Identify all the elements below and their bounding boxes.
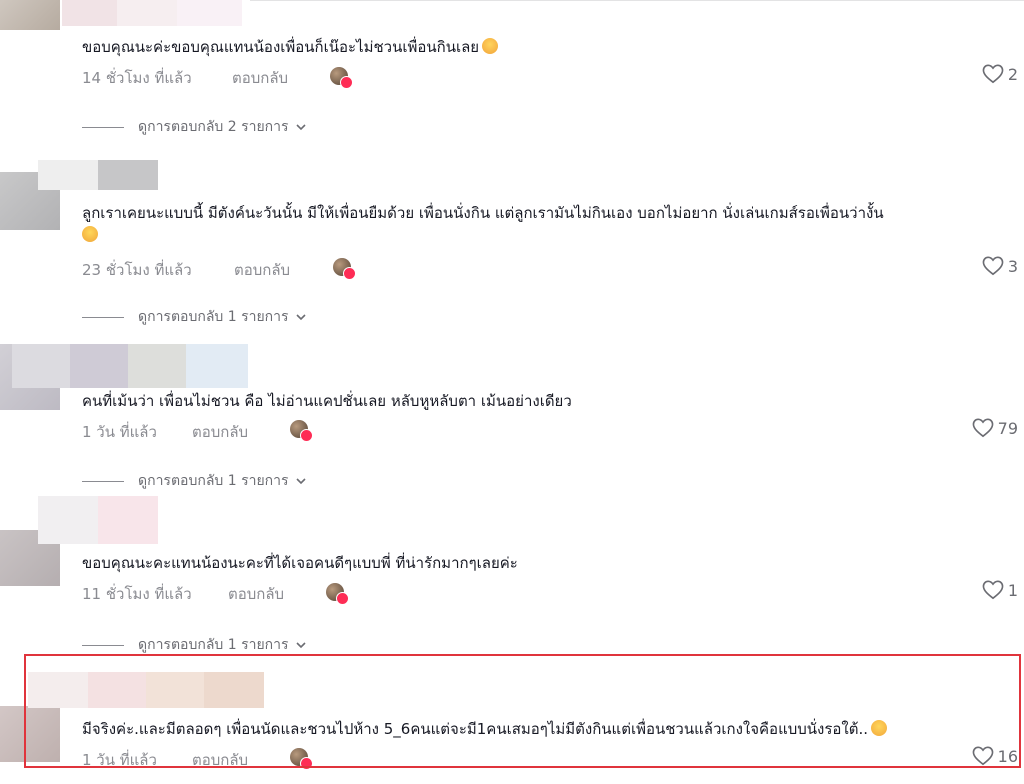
comment-item: คนที่เม้นว่า เพื่อนไม่ชวน คือ ไม่อ่านแคป… [0, 344, 1024, 494]
reply-button[interactable]: ตอบกลับ [234, 258, 290, 282]
creator-liked-badge [333, 258, 356, 280]
reply-button[interactable]: ตอบกลับ [228, 582, 284, 606]
comment-item: ขอบคุณนะค่ะขอบคุณแทนน้องเพื่อนก็เน๊อะไม่… [0, 0, 1024, 150]
like-button[interactable]: 2 [982, 64, 1018, 84]
like-button[interactable]: 1 [982, 580, 1018, 600]
comment-time: 23 ชั่วโมง ที่แล้ว [82, 261, 192, 279]
chevron-down-icon [295, 314, 306, 321]
view-replies-button[interactable]: ดูการตอบกลับ 1 รายการ [82, 634, 307, 656]
comment-time: 11 ชั่วโมง ที่แล้ว [82, 585, 192, 603]
comment-time: 1 วัน ที่แล้ว [82, 423, 157, 441]
view-replies-button[interactable]: ดูการตอบกลับ 1 รายการ [82, 306, 307, 328]
divider-line [82, 644, 124, 646]
divider-line [82, 480, 124, 482]
blurred-username [62, 0, 242, 26]
weary-face-icon [482, 38, 499, 54]
comment-item: ลูกเราเคยนะแบบนี้ มีตังค์นะวันนั้น มีให้… [0, 158, 1024, 338]
view-replies-label: ดูการตอบกลับ 1 รายการ [138, 309, 289, 325]
like-count: 3 [1007, 256, 1018, 276]
blurred-username [38, 160, 158, 190]
heart-icon [982, 256, 1004, 276]
comment-text: คนที่เม้นว่า เพื่อนไม่ชวน คือ ไม่อ่านแคป… [82, 392, 572, 410]
divider-line [82, 126, 124, 128]
comment-item: ขอบคุณนะคะแทนน้องนะคะที่ได้เจอคนดีๆแบบพี… [0, 494, 1024, 654]
chevron-down-icon [295, 642, 306, 649]
reply-button[interactable]: ตอบกลับ [192, 420, 248, 444]
view-replies-button[interactable]: ดูการตอบกลับ 1 รายการ [82, 470, 307, 492]
heart-icon [982, 580, 1004, 600]
view-replies-label: ดูการตอบกลับ 1 รายการ [138, 473, 289, 489]
like-count: 1 [1007, 580, 1018, 600]
comment-text: ขอบคุณนะคะแทนน้องนะคะที่ได้เจอคนดีๆแบบพี… [82, 554, 518, 572]
like-button[interactable]: 3 [982, 256, 1018, 276]
like-count: 2 [1007, 64, 1018, 84]
view-replies-button[interactable]: ดูการตอบกลับ 2 รายการ [82, 116, 307, 138]
creator-liked-badge [290, 420, 313, 442]
view-replies-label: ดูการตอบกลับ 1 รายการ [138, 637, 289, 653]
highlight-box [24, 654, 1021, 768]
heart-icon [982, 64, 1004, 84]
blurred-username [12, 344, 248, 388]
view-replies-label: ดูการตอบกลับ 2 รายการ [138, 119, 289, 135]
like-button[interactable]: 79 [972, 418, 1018, 438]
grinning-sweat-face-icon [82, 226, 98, 242]
blurred-username [38, 496, 158, 544]
chevron-down-icon [295, 124, 306, 131]
comment-text: ขอบคุณนะค่ะขอบคุณแทนน้องเพื่อนก็เน๊อะไม่… [82, 36, 499, 58]
heart-icon [972, 418, 994, 438]
divider-line [82, 316, 124, 318]
avatar[interactable] [0, 0, 60, 30]
comment-time: 14 ชั่วโมง ที่แล้ว [82, 69, 192, 87]
creator-liked-badge [330, 67, 353, 89]
like-count: 79 [997, 418, 1018, 438]
reply-button[interactable]: ตอบกลับ [232, 66, 288, 90]
comment-text: ลูกเราเคยนะแบบนี้ มีตังค์นะวันนั้น มีให้… [82, 202, 1007, 246]
creator-liked-badge [326, 583, 349, 605]
chevron-down-icon [295, 478, 306, 485]
